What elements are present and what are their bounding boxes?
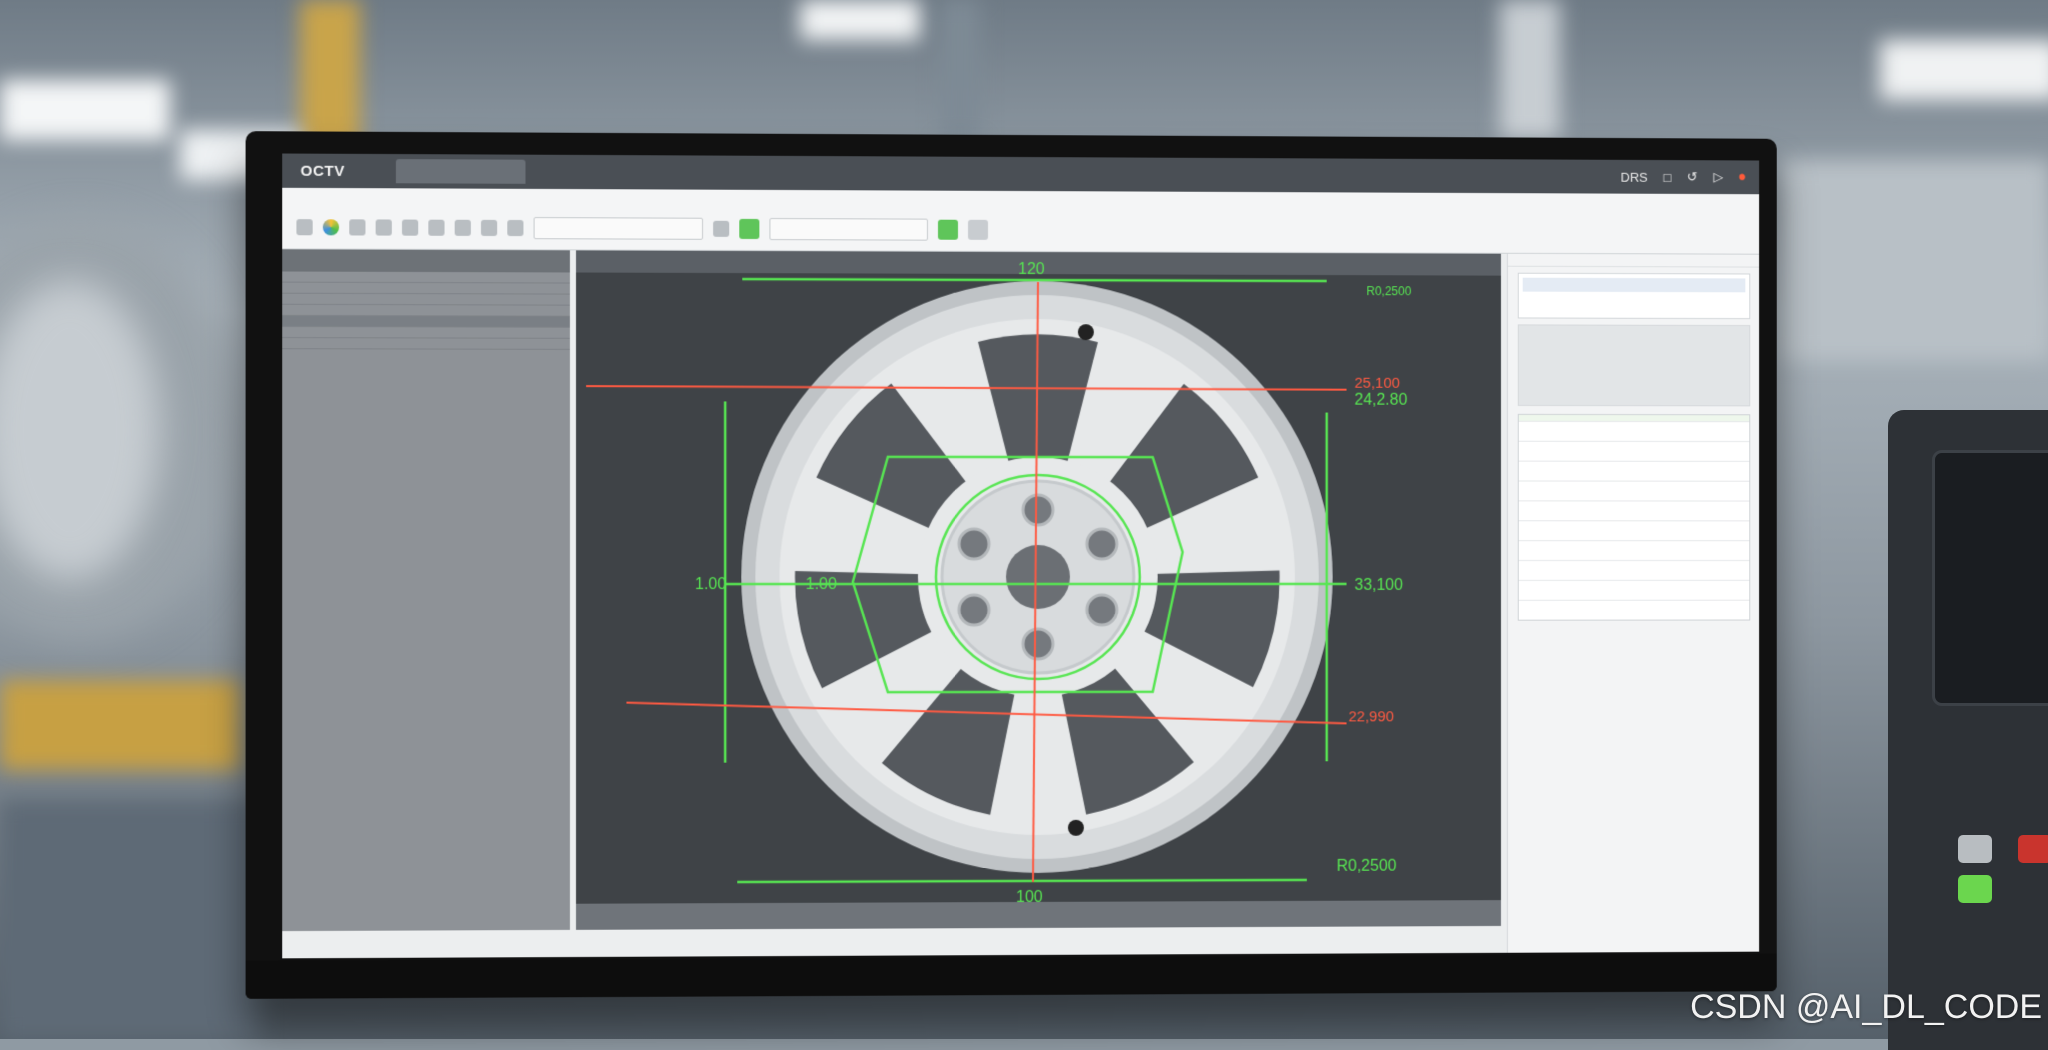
dim-top-right-label: R0,2500: [1366, 284, 1411, 298]
background-pillar: [940, 0, 980, 140]
save-tool-icon[interactable]: [376, 219, 392, 235]
dim-lower-red-label: 22,990: [1349, 708, 1394, 725]
background-light: [800, 0, 920, 40]
measure-tool-icon[interactable]: [455, 220, 471, 236]
left-panel: [282, 249, 570, 931]
selected-row[interactable]: [1523, 278, 1746, 293]
measurement-overlay: 120 100 1.00 1.00 33,100 25,100 24,2.80 …: [576, 250, 1501, 903]
list-item[interactable]: [282, 272, 570, 284]
dim-left-outer-label: 1.00: [695, 575, 726, 593]
background-yellow-fixture: [0, 680, 240, 770]
monitor-chin: [246, 954, 1777, 999]
background-light: [0, 80, 170, 140]
table-row[interactable]: [1519, 600, 1750, 620]
properties-list[interactable]: [1518, 273, 1750, 319]
table-row[interactable]: [1519, 480, 1750, 500]
control-cabinet: [1888, 410, 2048, 1050]
run-button[interactable]: [739, 219, 759, 239]
refresh-icon[interactable]: ↺: [1687, 169, 1698, 185]
drs-button[interactable]: DRS: [1621, 169, 1648, 184]
cabinet-screen: [1932, 450, 2048, 706]
properties-panel: [1507, 254, 1759, 953]
dim-top-label: 120: [1018, 260, 1045, 278]
table-row[interactable]: [1519, 500, 1750, 520]
list-item[interactable]: [282, 338, 570, 350]
grid-tool-icon[interactable]: [402, 220, 418, 236]
window-icon[interactable]: □: [1663, 169, 1671, 184]
left-panel-header: [282, 249, 570, 272]
table-row[interactable]: [1519, 580, 1750, 600]
settings-button[interactable]: [968, 220, 988, 240]
table-row[interactable]: [1519, 560, 1750, 580]
dim-right-label: 33,100: [1354, 576, 1403, 594]
record-icon[interactable]: ⏺: [1739, 169, 1745, 185]
app-title: OCTV: [300, 162, 344, 179]
monitor: OCTV DRS □ ↺ ▷ ⏺: [246, 131, 1777, 999]
dim-top-red-label: 25,100: [1354, 375, 1399, 392]
camera-tool-icon[interactable]: [428, 220, 444, 236]
table-row[interactable]: [1519, 441, 1750, 461]
table-row[interactable]: [1519, 461, 1750, 481]
viewport-footer: [576, 900, 1501, 930]
tool-row: [296, 216, 988, 241]
open-tool-icon[interactable]: [349, 219, 365, 235]
export-tool-icon[interactable]: [507, 220, 523, 236]
table-row[interactable]: [1519, 540, 1750, 560]
cabinet-red-button: [2018, 835, 2048, 863]
background-pillar: [1500, 0, 1560, 140]
results-table: [1518, 414, 1750, 621]
cabinet-green-button: [1958, 875, 1992, 903]
apply-button[interactable]: [938, 220, 958, 240]
background-light: [1880, 40, 2048, 100]
screen: OCTV DRS □ ↺ ▷ ⏺: [282, 154, 1759, 959]
table-row[interactable]: [1519, 421, 1750, 441]
cabinet-button: [1958, 835, 1992, 863]
valve-hole: [1078, 324, 1094, 340]
background-machinery: [0, 800, 260, 1039]
parameter-field[interactable]: [534, 217, 703, 240]
dim-top-green-label: 24,2.80: [1354, 391, 1407, 409]
list-item[interactable]: [282, 327, 570, 339]
zoom-tool-icon[interactable]: [481, 220, 497, 236]
mark-hole: [1068, 820, 1084, 836]
play-icon[interactable]: ▷: [1713, 169, 1723, 185]
pointer-tool-icon[interactable]: [296, 219, 312, 235]
center-bore: [1006, 545, 1070, 609]
mode-select[interactable]: [769, 218, 928, 241]
document-tab[interactable]: [396, 159, 526, 184]
undo-tool-icon[interactable]: [713, 221, 729, 237]
window-controls: DRS □ ↺ ▷ ⏺: [1621, 169, 1746, 185]
color-tool-icon[interactable]: [323, 219, 339, 235]
parameter-box[interactable]: [1518, 324, 1750, 406]
toolbar: [282, 188, 1759, 255]
properties-title: [1508, 254, 1759, 268]
list-item-selected[interactable]: [282, 316, 570, 328]
dim-left-inner-label: 1.00: [806, 575, 837, 593]
dim-bottom-right-label: R0,2500: [1337, 857, 1397, 875]
list-item[interactable]: [282, 294, 570, 306]
list-item[interactable]: [282, 283, 570, 295]
table-row[interactable]: [1519, 520, 1750, 540]
inspection-viewport[interactable]: 120 100 1.00 1.00 33,100 25,100 24,2.80 …: [576, 250, 1501, 903]
watermark: CSDN @AI_DL_CODE: [1690, 988, 2042, 1027]
list-item[interactable]: [282, 305, 570, 317]
background-yellow-beam: [300, 0, 360, 150]
background-shelving: [1780, 160, 2048, 360]
